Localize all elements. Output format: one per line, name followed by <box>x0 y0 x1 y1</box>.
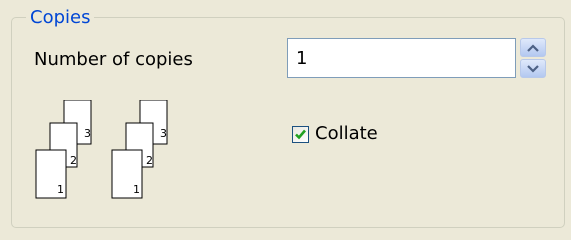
collate-illustration: 3 2 1 3 2 1 <box>34 99 194 205</box>
collate-label: Collate <box>315 123 378 144</box>
page-number-3: 3 <box>84 127 91 140</box>
page-stack-left: 3 2 1 <box>35 99 92 199</box>
collate-option[interactable]: Collate <box>292 121 378 147</box>
spin-down-arrow-icon <box>527 64 539 73</box>
copies-panel: Copies Number of copies 3 2 1 <box>0 0 571 240</box>
number-of-copies-label: Number of copies <box>34 49 193 70</box>
page-number-1: 1 <box>57 183 64 196</box>
spin-up-arrow-icon <box>527 43 539 52</box>
checkmark-icon <box>295 129 306 139</box>
number-of-copies-input[interactable] <box>287 38 516 78</box>
page-number-2: 2 <box>70 154 77 167</box>
collated-pages-icon: 3 2 1 3 2 1 <box>35 99 168 199</box>
copies-group-title: Copies <box>26 7 95 29</box>
collate-checkbox[interactable] <box>292 125 309 143</box>
spin-up-button[interactable] <box>520 38 546 57</box>
page-stack-right: 3 2 1 <box>111 99 168 199</box>
page-number-3: 3 <box>160 127 167 140</box>
page-number-2: 2 <box>146 154 153 167</box>
spin-down-button[interactable] <box>520 59 546 78</box>
copies-spinner <box>520 38 546 78</box>
page-number-1: 1 <box>133 183 140 196</box>
